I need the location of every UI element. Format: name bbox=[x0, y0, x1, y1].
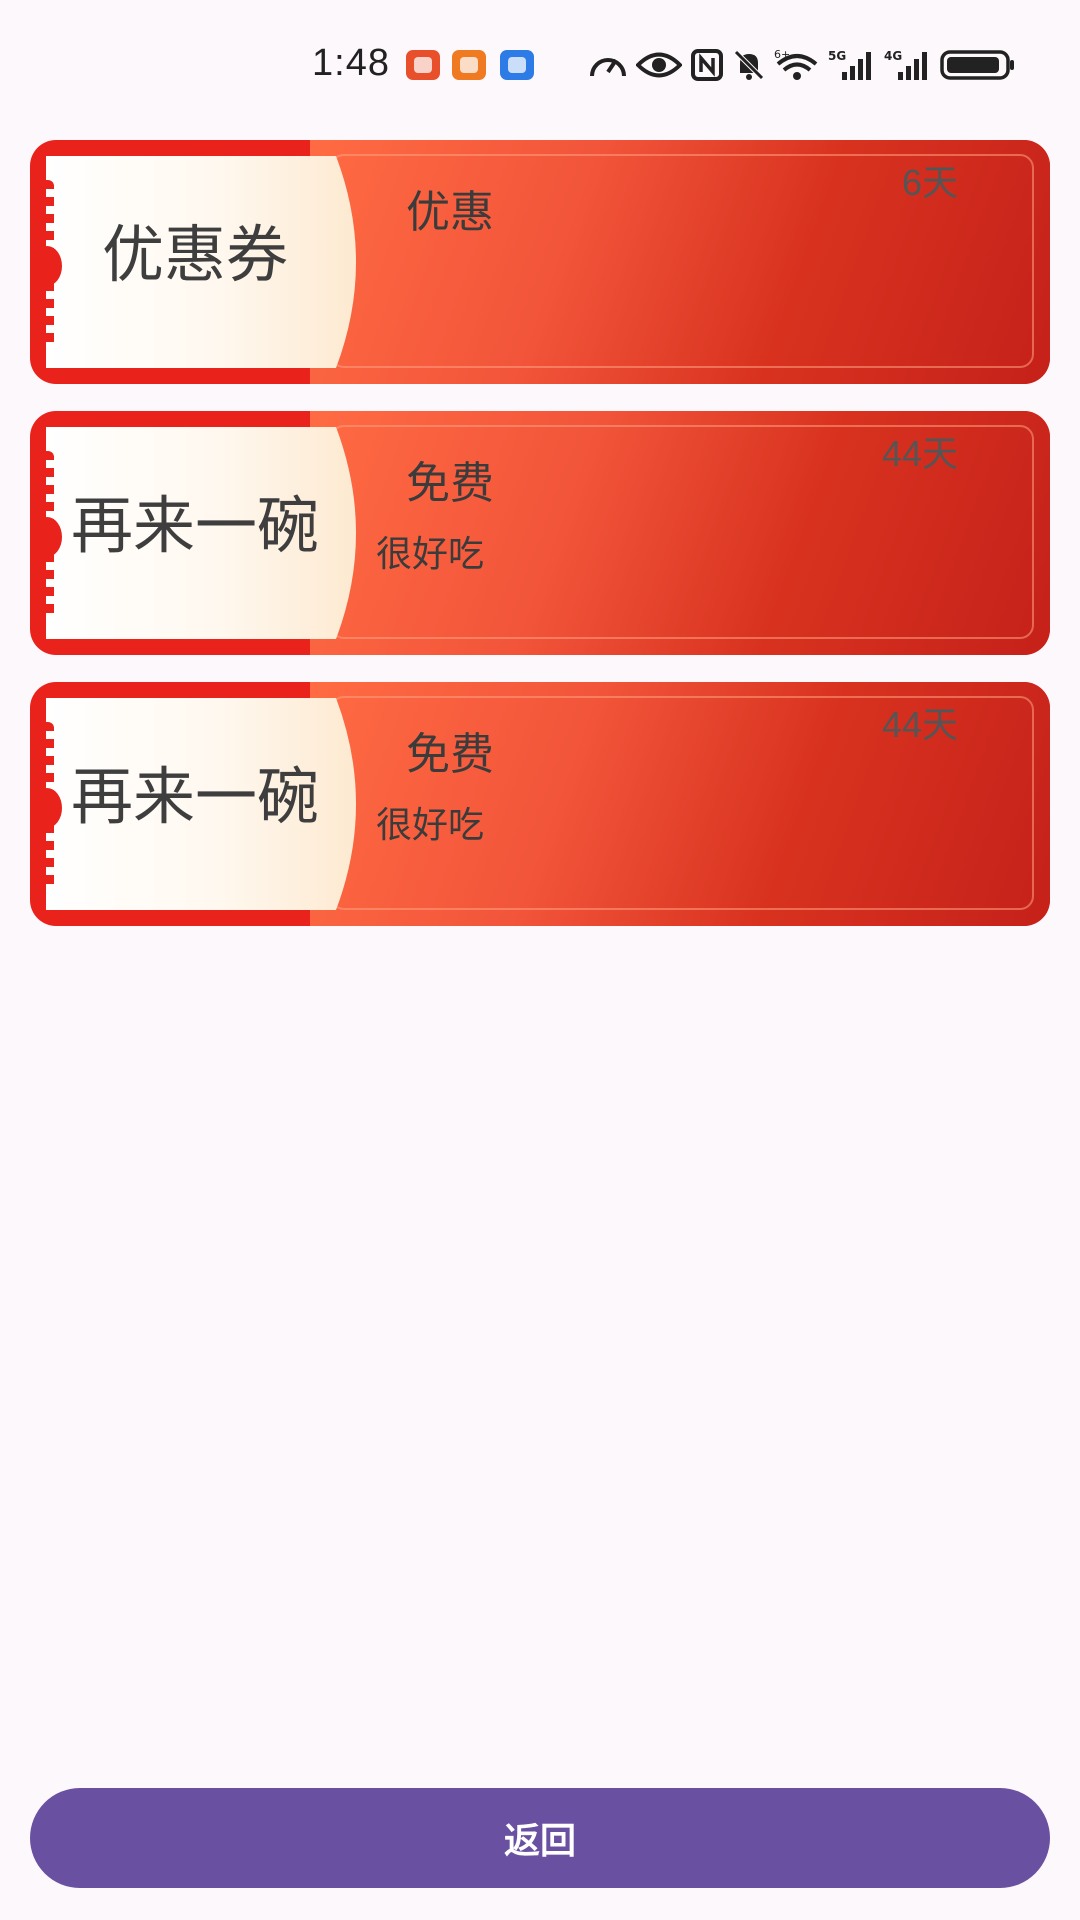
coupon-card[interactable]: 再来一碗 免费 很好吃 44天 bbox=[30, 411, 1050, 655]
coupon-description: 很好吃 bbox=[376, 534, 485, 575]
system-icons: 6+ 5G 4G bbox=[588, 48, 1016, 82]
net1-label: 5G bbox=[828, 49, 846, 63]
coupon-type: 优惠 bbox=[406, 187, 494, 238]
nfc-icon bbox=[691, 49, 723, 81]
missed-call-icon bbox=[406, 50, 440, 80]
battery-icon bbox=[940, 50, 1014, 80]
coupon-title: 优惠券 bbox=[101, 218, 288, 291]
page: 1:48 6+ 5G 4G 优惠券 优惠 6天 再来一碗 免费 很好吃 44天 … bbox=[0, 0, 1080, 1920]
coupon-description: 很好吃 bbox=[376, 805, 485, 846]
coupon-frame: 再来一碗 免费 很好吃 44天 bbox=[30, 682, 1050, 926]
wifi-6-icon: 6+ bbox=[774, 48, 818, 80]
mute-icon bbox=[734, 50, 764, 80]
speed-icon bbox=[590, 58, 626, 77]
wifi-label: 6+ bbox=[774, 48, 790, 61]
status-bar: 1:48 6+ 5G 4G bbox=[0, 0, 1080, 130]
coupon-frame: 优惠券 优惠 6天 bbox=[30, 140, 1050, 384]
status-time: 1:48 bbox=[312, 42, 390, 84]
coupon-title: 再来一碗 bbox=[70, 760, 319, 833]
signal-5g-icon: 5G bbox=[828, 49, 871, 80]
eye-icon bbox=[636, 52, 682, 78]
back-button[interactable]: 返回 bbox=[30, 1788, 1050, 1888]
net2-label: 4G bbox=[884, 49, 902, 63]
coupon-days-remaining: 6天 bbox=[901, 162, 958, 203]
coupon-frame: 再来一碗 免费 很好吃 44天 bbox=[30, 411, 1050, 655]
coupon-card[interactable]: 优惠券 优惠 6天 bbox=[30, 140, 1050, 384]
coupon-card[interactable]: 再来一碗 免费 很好吃 44天 bbox=[30, 682, 1050, 926]
coupon-days-remaining: 44天 bbox=[881, 704, 958, 745]
coupon-title: 再来一碗 bbox=[70, 489, 319, 562]
coupon-days-remaining: 44天 bbox=[881, 433, 958, 474]
signal-4g-icon: 4G bbox=[884, 49, 927, 80]
blue-app-icon bbox=[500, 50, 534, 80]
coupon-type: 免费 bbox=[406, 458, 494, 509]
coupon-type: 免费 bbox=[406, 729, 494, 780]
video-app-icon bbox=[452, 50, 486, 80]
